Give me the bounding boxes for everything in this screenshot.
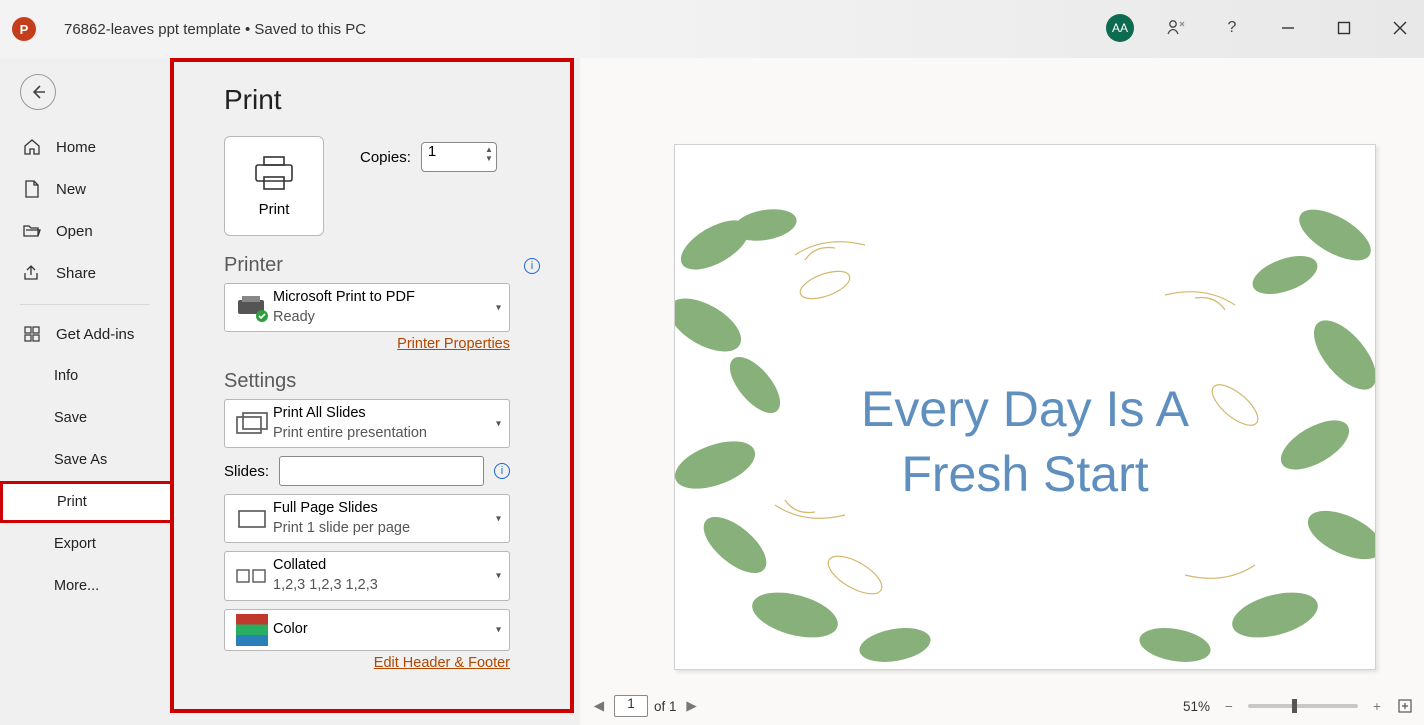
page-total: of 1	[654, 699, 677, 714]
app-icon: P	[12, 17, 36, 41]
new-icon	[22, 180, 42, 198]
document-title: 76862-leaves ppt template • Saved to thi…	[64, 21, 366, 38]
backstage-nav: Home New Open Share Get Add-ins Info Sav…	[0, 58, 170, 725]
preview-footer: ◀ 1 of 1 ▶ 51% − +	[590, 693, 1414, 719]
next-page-button[interactable]: ▶	[683, 697, 701, 715]
edit-header-footer-link[interactable]: Edit Header & Footer	[224, 655, 510, 671]
copies-spinner[interactable]: ▲▼	[485, 145, 493, 163]
nav-label: Save As	[54, 452, 107, 468]
nav-label: Export	[54, 536, 96, 552]
printer-info-icon[interactable]: i	[524, 258, 540, 274]
print-button-label: Print	[259, 201, 290, 218]
chevron-down-icon: ▾	[496, 624, 501, 635]
slides-icon	[231, 411, 273, 437]
slides-info-icon[interactable]: i	[494, 463, 510, 479]
nav-home[interactable]: Home	[0, 126, 170, 168]
nav-label: New	[56, 181, 86, 198]
nav-more[interactable]: More...	[0, 565, 170, 607]
nav-share[interactable]: Share	[0, 252, 170, 294]
slide-title-text: Every Day Is A Fresh Start	[861, 377, 1189, 507]
collate-dropdown[interactable]: Collated 1,2,3 1,2,3 1,2,3 ▾	[224, 551, 510, 600]
user-avatar[interactable]: AA	[1106, 14, 1134, 42]
printer-status-icon	[231, 294, 273, 322]
layout-icon	[231, 507, 273, 531]
fit-to-window-button[interactable]	[1396, 697, 1414, 715]
slide-preview: Every Day Is A Fresh Start	[674, 144, 1376, 670]
nav-addins[interactable]: Get Add-ins	[0, 313, 170, 355]
zoom-level: 51%	[1183, 699, 1210, 714]
open-icon	[22, 223, 42, 239]
nav-separator	[20, 304, 150, 305]
addins-icon	[22, 326, 42, 342]
chevron-down-icon: ▾	[496, 302, 501, 313]
color-icon	[231, 614, 273, 646]
home-icon	[22, 138, 42, 156]
collate-sub: 1,2,3 1,2,3 1,2,3	[273, 576, 378, 596]
color-title: Color	[273, 620, 308, 640]
nav-info[interactable]: Info	[0, 355, 170, 397]
zoom-slider[interactable]	[1248, 704, 1358, 708]
chevron-down-icon: ▾	[496, 418, 501, 429]
printer-heading: Printer	[224, 254, 283, 277]
maximize-button[interactable]	[1330, 14, 1358, 42]
nav-saveas[interactable]: Save As	[0, 439, 170, 481]
copies-input[interactable]: 1 ▲▼	[421, 142, 497, 172]
print-preview-area: Every Day Is A Fresh Start ◀ 1 of 1 ▶ 51…	[580, 58, 1424, 725]
titlebar: P 76862-leaves ppt template • Saved to t…	[0, 0, 1424, 58]
close-button[interactable]	[1386, 14, 1414, 42]
app-letter: P	[20, 22, 29, 37]
printer-icon	[252, 155, 296, 191]
nav-new[interactable]: New	[0, 168, 170, 210]
slides-input[interactable]	[279, 456, 484, 486]
settings-heading: Settings	[224, 370, 296, 393]
nav-label: More...	[54, 578, 99, 594]
nav-label: Home	[56, 139, 96, 156]
range-title: Print All Slides	[273, 404, 427, 424]
chevron-down-icon: ▾	[496, 570, 501, 581]
nav-label: Get Add-ins	[56, 326, 134, 343]
layout-sub: Print 1 slide per page	[273, 519, 410, 539]
chevron-down-icon: ▾	[496, 513, 501, 524]
zoom-in-button[interactable]: +	[1368, 697, 1386, 715]
collate-title: Collated	[273, 556, 378, 576]
printer-dropdown[interactable]: Microsoft Print to PDF Ready ▾	[224, 283, 510, 332]
prev-page-button[interactable]: ◀	[590, 697, 608, 715]
copies-label: Copies:	[360, 149, 411, 166]
print-button[interactable]: Print	[224, 136, 324, 236]
layout-dropdown[interactable]: Full Page Slides Print 1 slide per page …	[224, 494, 510, 543]
range-sub: Print entire presentation	[273, 424, 427, 444]
slides-label: Slides:	[224, 463, 269, 480]
titlebar-controls: AA ?	[1106, 14, 1414, 42]
nav-label: Share	[56, 265, 96, 282]
nav-save[interactable]: Save	[0, 397, 170, 439]
print-panel: Print Print Copies: 1 ▲▼ Printer i Micro…	[170, 58, 574, 713]
printer-properties-link[interactable]: Printer Properties	[224, 336, 510, 352]
printer-status: Ready	[273, 308, 415, 328]
print-range-dropdown[interactable]: Print All Slides Print entire presentati…	[224, 399, 510, 448]
help-icon[interactable]: ?	[1218, 14, 1246, 42]
nav-label: Save	[54, 410, 87, 426]
page-number-input[interactable]: 1	[614, 695, 648, 717]
nav-label: Open	[56, 223, 93, 240]
nav-export[interactable]: Export	[0, 523, 170, 565]
nav-label: Info	[54, 368, 78, 384]
nav-open[interactable]: Open	[0, 210, 170, 252]
copies-value: 1	[428, 143, 436, 160]
back-button[interactable]	[20, 74, 56, 110]
printer-name: Microsoft Print to PDF	[273, 288, 415, 308]
nav-print[interactable]: Print	[0, 481, 170, 523]
zoom-out-button[interactable]: −	[1220, 697, 1238, 715]
account-manager-icon[interactable]	[1162, 14, 1190, 42]
layout-title: Full Page Slides	[273, 499, 410, 519]
color-dropdown[interactable]: Color ▾	[224, 609, 510, 651]
nav-label: Print	[57, 494, 87, 510]
minimize-button[interactable]	[1274, 14, 1302, 42]
print-heading: Print	[224, 84, 540, 116]
collate-icon	[231, 566, 273, 586]
share-icon	[22, 265, 42, 281]
